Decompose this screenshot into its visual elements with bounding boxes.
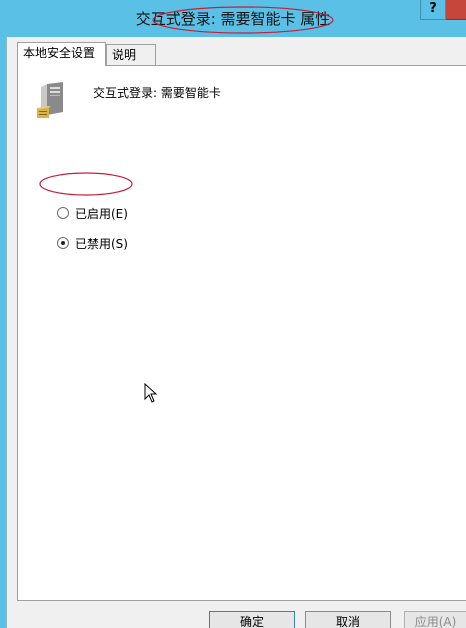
disabled-option[interactable]: 已禁用(S) <box>57 234 128 252</box>
enabled-label: 已启用(E) <box>75 206 128 221</box>
close-button[interactable] <box>446 0 466 20</box>
help-button[interactable]: ? <box>420 0 446 20</box>
window-title: 交互式登录: 需要智能卡 属性 <box>135 10 331 28</box>
disabled-label: 已禁用(S) <box>75 236 128 251</box>
policy-name: 交互式登录: 需要智能卡 <box>93 86 221 100</box>
tab-panel: 交互式登录: 需要智能卡 已启用(E) 已禁用(S) <box>17 65 466 601</box>
server-icon <box>37 82 63 118</box>
ok-button[interactable]: 确定 <box>209 611 295 628</box>
title-bar[interactable]: 交互式登录: 需要智能卡 属性 ? <box>0 0 466 37</box>
tab-local-security-setting[interactable]: 本地安全设置 <box>17 42 106 66</box>
apply-button[interactable]: 应用(A) <box>404 611 466 628</box>
tab-explain[interactable]: 说明 <box>106 44 156 66</box>
dialog-client-area: 本地安全设置 说明 交互式登录: 需要智能卡 已启用(E) 已禁用(S) 确定 … <box>6 37 466 628</box>
enabled-radio[interactable] <box>57 207 69 219</box>
mouse-cursor-icon <box>144 383 158 403</box>
enabled-option[interactable]: 已启用(E) <box>57 204 128 222</box>
disabled-radio[interactable] <box>57 237 69 249</box>
cancel-button[interactable]: 取消 <box>305 611 391 628</box>
